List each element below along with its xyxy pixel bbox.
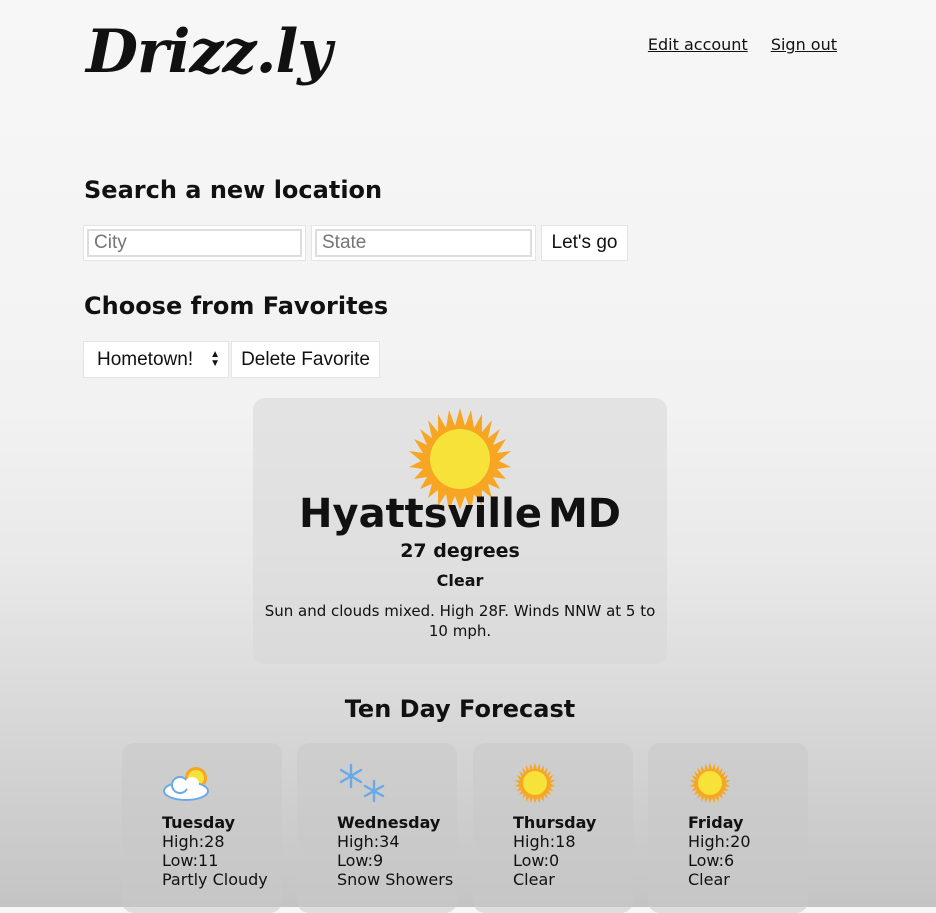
- city-input[interactable]: [87, 229, 302, 257]
- forecast-low: Low:0: [513, 851, 560, 870]
- favorites-select[interactable]: Hometown! ▲ ▼: [83, 341, 229, 378]
- snowflake-icon: [339, 763, 385, 803]
- forecast-high: High:20: [688, 832, 751, 851]
- forecast-day-name: Wednesday: [337, 813, 441, 832]
- current-location: Hyattsville MD: [253, 491, 667, 537]
- forecast-low: Low:11: [162, 851, 219, 870]
- forecast-day-card: Wednesday High:34 Low:9 Snow Showers: [297, 743, 457, 913]
- forecast-day-name: Thursday: [513, 813, 597, 832]
- sun-icon: [689, 763, 731, 803]
- forecast-condition: Clear: [688, 870, 730, 889]
- forecast-day-card: Friday High:20 Low:6 Clear: [648, 743, 808, 913]
- favorites-heading: Choose from Favorites: [84, 292, 389, 320]
- forecast-high: High:34: [337, 832, 400, 851]
- current-state: MD: [547, 491, 621, 537]
- city-field[interactable]: [83, 225, 306, 261]
- current-weather-card: Hyattsville MD 27 degrees Clear Sun and c…: [253, 398, 667, 664]
- forecast-day-card: Thursday High:18 Low:0 Clear: [473, 743, 633, 913]
- current-condition: Clear: [436, 571, 484, 590]
- lets-go-button[interactable]: Let's go: [541, 225, 628, 261]
- forecast-day-name: Friday: [688, 813, 744, 832]
- forecast-heading: Ten Day Forecast: [344, 695, 576, 723]
- forecast-condition: Clear: [513, 870, 555, 889]
- forecast-condition: Partly Cloudy: [162, 870, 268, 889]
- forecast-high: High:28: [162, 832, 225, 851]
- current-temperature: 27 degrees: [400, 540, 520, 562]
- drizzly-logo: Drizz.ly: [86, 17, 332, 87]
- forecast-day-card: Tuesday High:28 Low:11 Partly Cloudy: [122, 743, 282, 913]
- delete-favorite-button[interactable]: Delete Favorite: [231, 341, 380, 378]
- forecast-condition: Snow Showers: [337, 870, 454, 889]
- forecast-low: Low:6: [688, 851, 735, 870]
- select-arrows-icon: ▲ ▼: [210, 349, 220, 369]
- state-input[interactable]: [315, 229, 532, 257]
- state-field[interactable]: [311, 225, 536, 261]
- current-description: Sun and clouds mixed. High 28F. Winds NN…: [264, 602, 656, 640]
- current-city: Hyattsville: [299, 491, 542, 537]
- account-links: Edit account Sign out: [630, 35, 837, 54]
- forecast-high: High:18: [513, 832, 576, 851]
- forecast-day-name: Tuesday: [162, 813, 236, 832]
- edit-account-link[interactable]: Edit account: [648, 35, 748, 54]
- sun-icon: [514, 763, 556, 803]
- partly-cloudy-icon: [163, 767, 209, 801]
- favorites-selected-value: Hometown!: [97, 348, 194, 370]
- search-heading: Search a new location: [84, 176, 383, 204]
- sign-out-link[interactable]: Sign out: [771, 35, 837, 54]
- forecast-low: Low:9: [337, 851, 384, 870]
